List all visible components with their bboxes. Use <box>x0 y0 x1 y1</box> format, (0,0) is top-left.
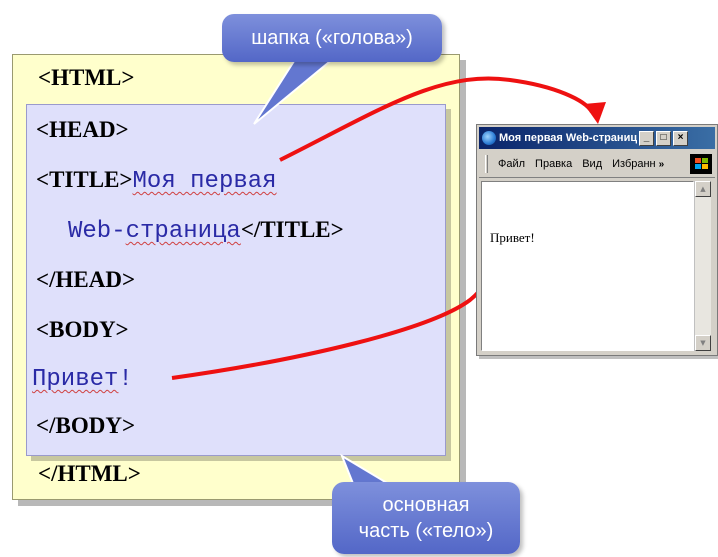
head-callout: шапка («голова») <box>222 14 442 62</box>
menu-favorites[interactable]: Избранн <box>612 158 656 170</box>
body-callout-line-2: часть («тело») <box>358 520 494 542</box>
minimize-button[interactable]: _ <box>639 130 654 146</box>
menu-overflow-chevron-icon[interactable]: » <box>659 159 665 170</box>
internet-explorer-icon <box>482 131 496 145</box>
browser-page-text: Привет! <box>490 230 535 245</box>
menu-view[interactable]: Вид <box>582 158 602 170</box>
diagram: <HTML> <HEAD> <TITLE>Моя первая Web-стра… <box>0 0 718 557</box>
vertical-scrollbar[interactable]: ▲ ▼ <box>694 181 711 351</box>
scroll-down-arrow-icon[interactable]: ▼ <box>695 335 711 351</box>
menu-file[interactable]: Файл <box>498 158 525 170</box>
browser-content: Привет! <box>481 181 694 351</box>
menu-edit[interactable]: Правка <box>535 158 572 170</box>
scroll-up-arrow-icon[interactable]: ▲ <box>695 181 711 197</box>
body-callout: основная часть («тело») <box>332 482 520 554</box>
browser-menubar: Файл Правка Вид Избранн » <box>479 151 715 178</box>
body-arrow <box>171 259 500 380</box>
title-arrowhead <box>584 102 606 124</box>
head-callout-tail <box>253 57 337 125</box>
maximize-button[interactable]: □ <box>656 130 671 146</box>
body-callout-line-1: основная <box>382 494 470 516</box>
windows-logo-icon <box>690 154 712 174</box>
toolbar-grip[interactable] <box>485 155 488 173</box>
browser-title: Моя первая Web-страница ... <box>499 132 637 144</box>
close-button[interactable]: × <box>673 130 688 146</box>
browser-window: Моя первая Web-страница ... _ □ × Файл П… <box>476 124 718 356</box>
browser-titlebar[interactable]: Моя первая Web-страница ... _ □ × <box>479 127 715 149</box>
